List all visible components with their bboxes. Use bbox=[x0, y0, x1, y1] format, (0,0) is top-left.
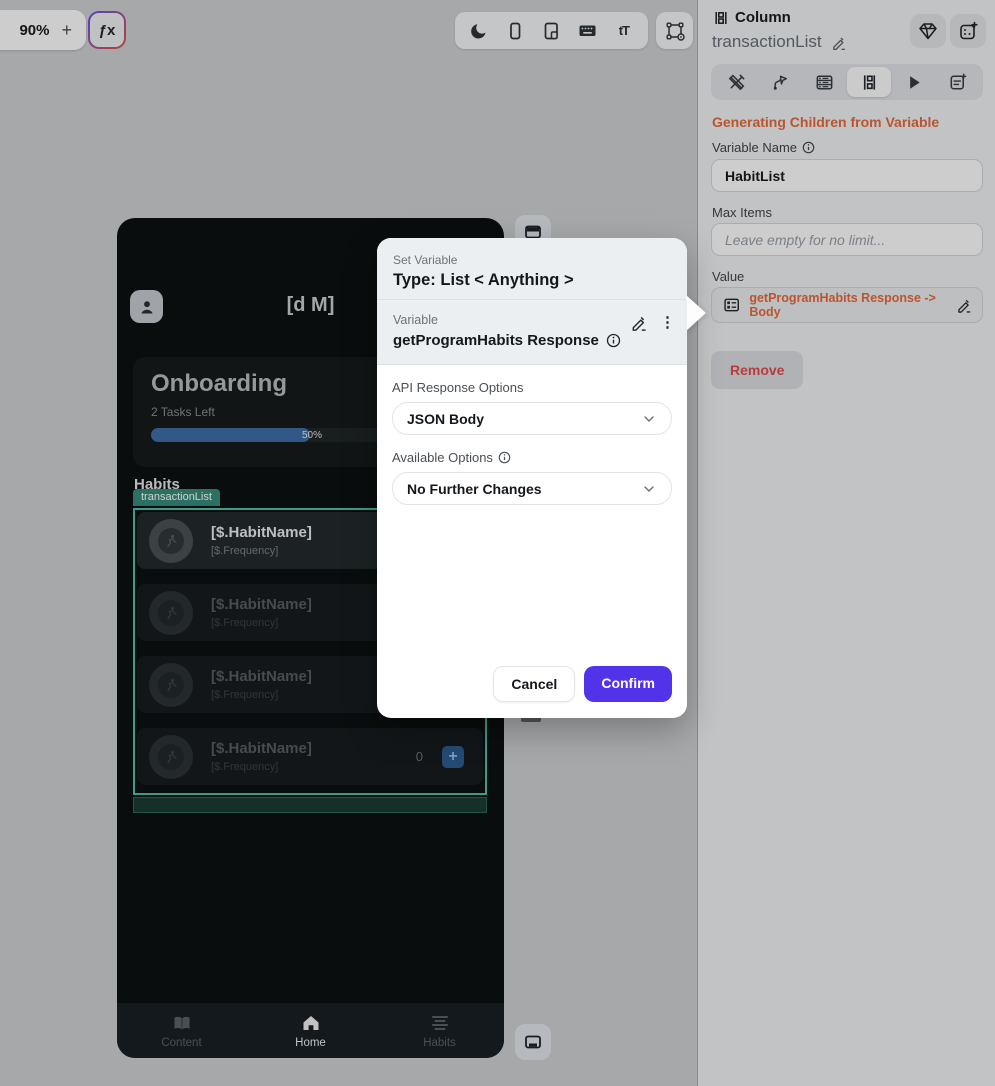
info-icon[interactable] bbox=[498, 451, 511, 464]
modal-body: API Response Options JSON Body Available… bbox=[377, 365, 687, 505]
api-response-options-label: API Response Options bbox=[392, 380, 524, 395]
modal-footer: Cancel Confirm bbox=[493, 666, 672, 702]
more-options-icon[interactable]: ⋮ bbox=[660, 315, 675, 330]
available-options-select[interactable]: No Further Changes bbox=[392, 472, 672, 505]
info-icon[interactable] bbox=[606, 333, 621, 348]
modal-header: Set Variable Type: List < Anything > bbox=[377, 238, 687, 300]
modal-pointer-arrow bbox=[686, 295, 706, 331]
api-response-options-select[interactable]: JSON Body bbox=[392, 402, 672, 435]
app-builder: 90% + ƒx tT [d M] Onboarding 2 Tasks Lef… bbox=[0, 0, 995, 1086]
edit-pencil-icon[interactable] bbox=[629, 313, 648, 332]
chevron-down-icon bbox=[644, 485, 654, 492]
variable-actions: ⋮ bbox=[629, 313, 675, 332]
variable-value: getProgramHabits Response bbox=[393, 332, 671, 349]
available-options-label: Available Options bbox=[392, 450, 672, 465]
chevron-down-icon bbox=[644, 415, 654, 422]
variable-section: Variable getProgramHabits Response ⋮ bbox=[377, 300, 687, 365]
confirm-button[interactable]: Confirm bbox=[584, 666, 672, 702]
set-variable-modal: Set Variable Type: List < Anything > Var… bbox=[377, 238, 706, 718]
modal-eyebrow: Set Variable bbox=[393, 253, 458, 267]
modal-title: Type: List < Anything > bbox=[393, 271, 574, 289]
cancel-button[interactable]: Cancel bbox=[493, 666, 576, 702]
